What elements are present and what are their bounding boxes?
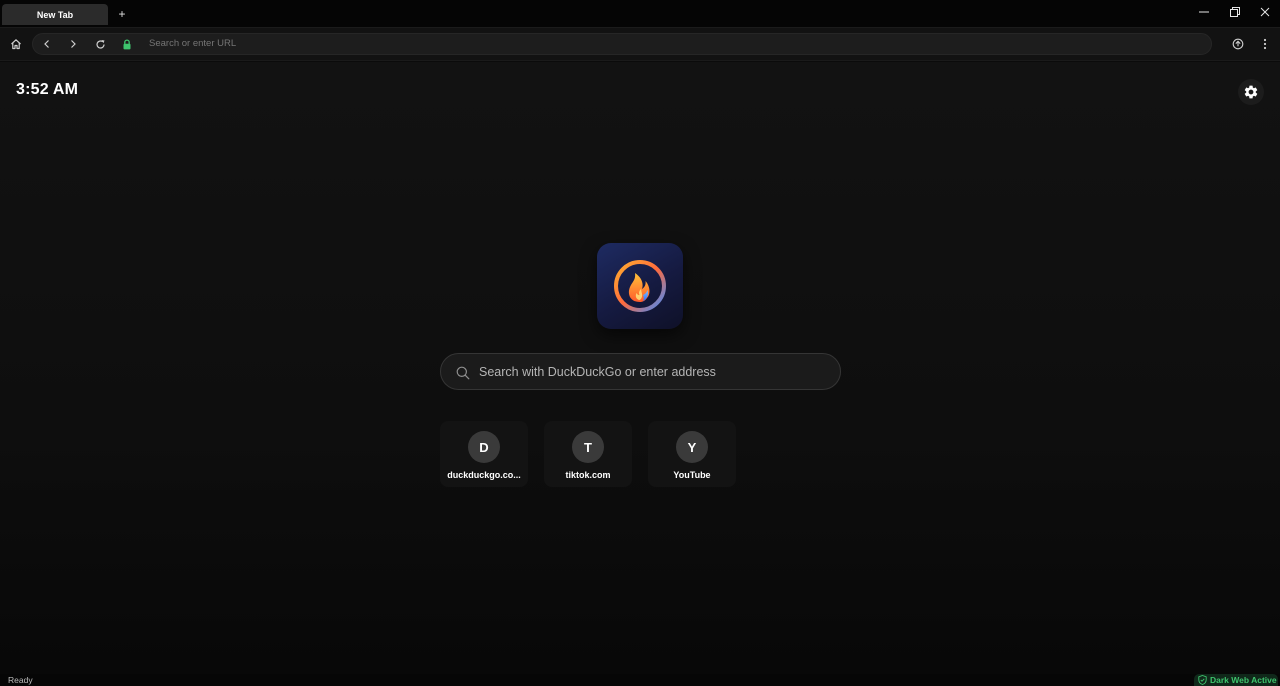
navigation-bar	[0, 28, 1280, 61]
shortcut-label: tiktok.com	[565, 470, 611, 480]
search-input[interactable]	[479, 363, 819, 381]
close-icon[interactable]	[1255, 3, 1275, 21]
reload-icon[interactable]	[91, 35, 109, 53]
home-icon[interactable]	[7, 35, 25, 53]
flame-logo-icon	[614, 260, 666, 312]
minimize-icon[interactable]	[1194, 3, 1214, 21]
back-icon[interactable]	[38, 35, 56, 53]
new-tab-page: 3:52 AM Search with DuckDuckGo or enter …	[0, 62, 1280, 674]
restore-icon[interactable]	[1225, 3, 1245, 21]
shortcut-youtube[interactable]: Y YouTube	[648, 421, 736, 487]
lock-icon[interactable]	[118, 35, 136, 53]
shortcut-avatar: Y	[676, 431, 708, 463]
download-icon[interactable]	[1229, 35, 1247, 53]
shortcut-avatar: T	[572, 431, 604, 463]
shortcut-tiktok[interactable]: T tiktok.com	[544, 421, 632, 487]
new-tab-button[interactable]: +	[116, 7, 128, 21]
forward-icon[interactable]	[64, 35, 82, 53]
shortcut-duckduckgo[interactable]: D duckduckgo.co...	[440, 421, 528, 487]
dark-web-indicator[interactable]: Dark Web Active	[1194, 674, 1278, 686]
title-bar: New Tab +	[0, 0, 1280, 28]
gear-icon	[1244, 85, 1258, 99]
status-bar: Ready Dark Web Active	[0, 674, 1280, 686]
url-input[interactable]	[149, 38, 1149, 49]
shortcut-avatar: D	[468, 431, 500, 463]
search-box[interactable]	[440, 353, 841, 390]
browser-logo	[597, 243, 683, 329]
tab-new-tab[interactable]: New Tab	[2, 4, 108, 25]
menu-icon[interactable]	[1256, 35, 1274, 53]
address-bar	[32, 33, 1212, 55]
shield-check-icon	[1198, 675, 1207, 685]
settings-button[interactable]	[1238, 79, 1264, 105]
shortcut-label: duckduckgo.co...	[447, 470, 521, 480]
status-text: Ready	[8, 675, 33, 685]
dark-web-label: Dark Web Active	[1210, 675, 1277, 685]
clock: 3:52 AM	[16, 81, 79, 98]
shortcut-label: YouTube	[673, 470, 711, 480]
search-icon	[456, 366, 470, 380]
tab-title: New Tab	[36, 9, 74, 20]
